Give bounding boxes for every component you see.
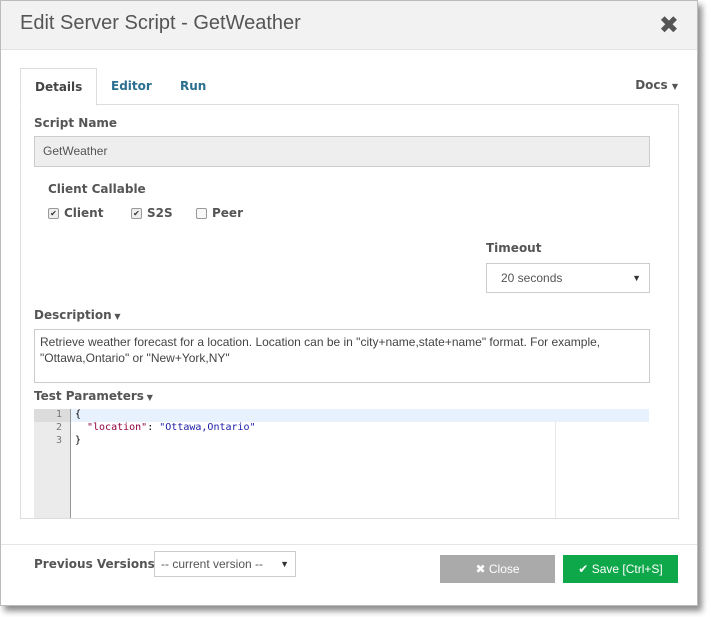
test-parameters-label: Test Parameters <box>34 389 144 403</box>
checkbox-label: S2S <box>147 206 173 220</box>
edit-script-dialog: Edit Server Script - GetWeather ✖ Detail… <box>0 0 698 606</box>
json-value: "Ottawa,Ontario" <box>159 422 256 433</box>
timeout-value: 20 seconds <box>501 271 563 285</box>
dialog-header: Edit Server Script - GetWeather ✖ <box>1 1 697 50</box>
tab-details[interactable]: Details <box>20 68 97 106</box>
code-line: "location": "Ottawa,Ontario" <box>87 422 256 433</box>
checkbox-s2s[interactable]: ✔ S2S <box>131 206 173 220</box>
tab-run[interactable]: Run <box>166 68 220 104</box>
active-gutter-cell <box>34 409 70 422</box>
save-label: Save [Ctrl+S] <box>591 562 663 576</box>
client-callable-label: Client Callable <box>48 182 146 196</box>
line-number: 1 <box>55 409 62 420</box>
previous-versions-value: -- current version -- <box>161 557 264 571</box>
checkbox-checked-icon: ✔ <box>131 207 142 219</box>
caret-down-icon: ▼ <box>280 559 289 569</box>
code-line: { <box>75 409 82 420</box>
x-icon: ✖ <box>475 562 486 576</box>
docs-dropdown[interactable]: Docs ▼ <box>635 78 678 92</box>
line-number: 2 <box>55 422 62 433</box>
code-line: } <box>75 435 82 446</box>
check-icon: ✔ <box>578 562 589 576</box>
footer-divider <box>1 544 697 545</box>
checkbox-label: Peer <box>212 206 243 220</box>
test-parameters-toggle[interactable]: Test Parameters ▼ <box>34 389 153 403</box>
description-label: Description <box>34 308 112 322</box>
checkbox-client[interactable]: ✔ Client <box>48 206 103 220</box>
checkbox-unchecked-icon <box>196 207 207 219</box>
json-key: "location" <box>87 422 148 433</box>
close-button[interactable]: ✖ Close <box>440 555 555 583</box>
line-gutter: 1 2 3 <box>34 409 71 518</box>
close-icon[interactable]: ✖ <box>659 11 679 39</box>
docs-label: Docs <box>635 78 668 92</box>
caret-down-icon: ▼ <box>143 393 153 402</box>
tab-editor[interactable]: Editor <box>97 68 166 104</box>
close-label: Close <box>488 562 520 576</box>
description-toggle[interactable]: Description ▼ <box>34 308 121 322</box>
script-name-label: Script Name <box>34 116 118 130</box>
previous-versions-label: Previous Versions <box>34 557 155 571</box>
save-button[interactable]: ✔ Save [Ctrl+S] <box>563 555 678 583</box>
timeout-select[interactable]: 20 seconds ▼ <box>486 263 650 293</box>
active-line-highlight <box>34 409 649 422</box>
print-margin <box>555 422 556 518</box>
caret-down-icon: ▼ <box>111 312 121 321</box>
test-parameters-editor[interactable]: 1 2 3 { "location": "Ottawa,Ontario" } <box>34 409 649 518</box>
checkbox-peer[interactable]: Peer <box>196 206 243 220</box>
dialog-title: Edit Server Script - GetWeather <box>20 12 301 34</box>
script-name-input[interactable]: GetWeather <box>34 136 650 167</box>
description-textarea[interactable]: Retrieve weather forecast for a location… <box>34 329 650 383</box>
checkbox-checked-icon: ✔ <box>48 207 59 219</box>
caret-down-icon: ▼ <box>671 82 678 91</box>
caret-down-icon: ▼ <box>632 273 641 283</box>
timeout-label: Timeout <box>486 241 542 255</box>
previous-versions-select[interactable]: -- current version -- ▼ <box>154 551 296 577</box>
json-colon: : <box>147 422 160 433</box>
checkbox-label: Client <box>64 206 104 220</box>
line-number: 3 <box>55 435 62 446</box>
